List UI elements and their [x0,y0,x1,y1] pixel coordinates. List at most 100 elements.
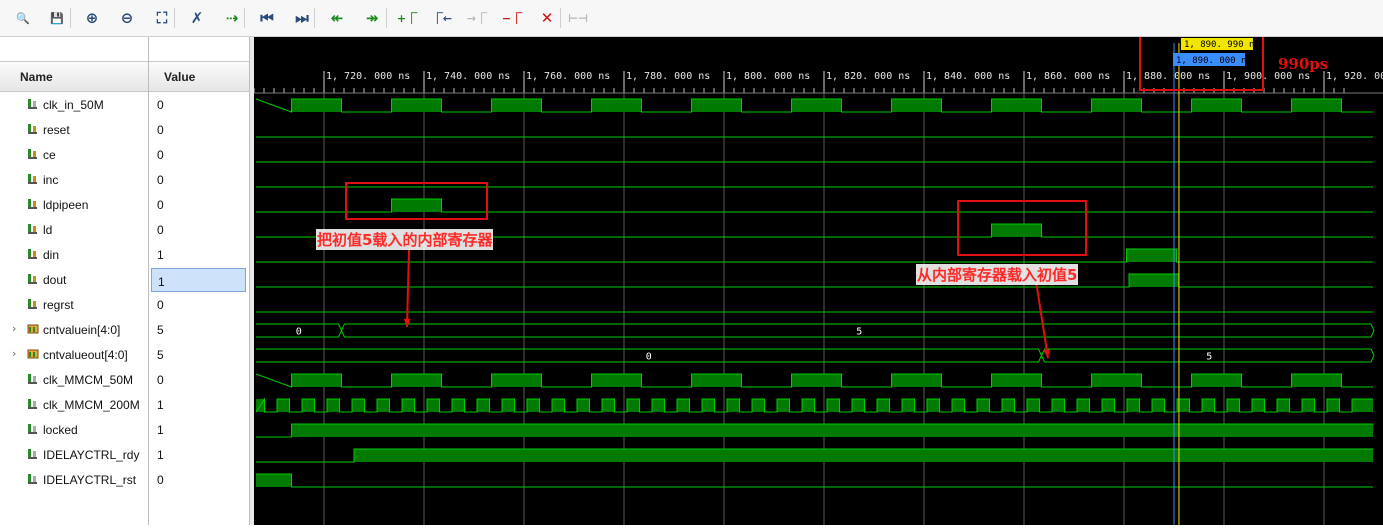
wave-high-fill [1227,399,1240,412]
annotation-load-from-register: 从内部寄存器载入初值5 [916,264,1079,285]
waveform-canvas[interactable]: 1, 720. 000 ns 1, 740. 000 ns 1, 760. 000 … [233,22,1383,525]
wave-high-fill [591,99,642,112]
wave-high-fill [627,399,640,412]
signal-value: 0 [157,148,164,162]
next-transition-button[interactable]: ↠ [361,7,383,29]
signal-row-reset[interactable]: reset [0,117,148,142]
cursor-snap-button[interactable]: ✗ [186,7,208,29]
wave-high-fill [552,399,565,412]
wave-high-fill [991,99,1042,112]
tick-label: 1, 800. 000 ns [726,71,810,82]
signal-value-cell[interactable]: 1 [151,268,246,292]
signal-row-dout[interactable]: dout [0,267,148,292]
signal-value: 0 [157,473,164,487]
signal-row-clk_in_50m[interactable]: clk_in_50M [0,92,148,117]
signal-value-cell[interactable]: 0 [149,367,249,392]
waveform-panel[interactable]: 1, 720. 000 ns 1, 740. 000 ns 1, 760. 000 … [233,22,1383,525]
wave-high-fill [1352,399,1373,412]
signal-value-cell[interactable]: 5 [149,317,249,342]
previous-transition-button[interactable]: ↞ [326,7,348,29]
tick-label: 1, 820. 000 ns [826,71,910,82]
toolbar-separator [70,8,71,28]
wave-high-fill [691,374,742,387]
signal-value: 1 [157,398,164,412]
wave-high-fill [1127,399,1140,412]
signal-row-ce[interactable]: ce [0,142,148,167]
go-to-cursor-button[interactable]: ⇢ [221,7,243,29]
search-button[interactable]: 🔍 [12,7,34,29]
zoom-fit-button[interactable]: ⛶ [151,7,173,29]
signal-name: clk_in_50M [43,98,104,112]
signal-value-cell[interactable]: 1 [149,392,249,417]
signal-row-idelayctrl_rst[interactable]: IDELAYCTRL_rst [0,467,148,492]
bit-signal-icon [27,198,39,210]
wave-high-fill [377,399,390,412]
wave-high-fill [327,399,340,412]
wave-high-fill [291,374,342,387]
bus-signal-icon [27,323,39,335]
signal-row-ld[interactable]: ld [0,217,148,242]
value-column-header[interactable]: Value [149,61,249,92]
toolbar-separator [386,8,387,28]
zoom-in-button[interactable]: ⊕ [81,7,103,29]
wave-high-fill [1002,399,1015,412]
go-to-end-button[interactable]: ⏭ [291,7,313,29]
save-button[interactable]: 💾 [46,7,68,29]
signal-row-clk_mmcm_200m[interactable]: clk_MMCM_200M [0,392,148,417]
signal-value-cell[interactable]: 5 [149,342,249,367]
wave-high-fill [977,399,990,412]
signal-value-cell[interactable]: 0 [149,192,249,217]
arrow-to-cntvalueout-head [1043,349,1051,358]
signal-value: 1 [157,448,164,462]
signal-value-cell[interactable]: 0 [149,142,249,167]
wave-high-fill [802,399,815,412]
zoom-out-button[interactable]: ⊖ [116,7,138,29]
name-header-label: Name [20,70,53,84]
wave-high-fill [291,424,1373,437]
signal-value: 0 [157,298,164,312]
signal-value-cell[interactable]: 1 [149,417,249,442]
wave-high-fill [927,399,940,412]
signal-row-idelayctrl_rdy[interactable]: IDELAYCTRL_rdy [0,442,148,467]
go-to-start-button[interactable]: ⏮ [256,7,278,29]
signal-value: 5 [157,348,164,362]
signal-value-cell[interactable]: 0 [149,217,249,242]
signal-row-locked[interactable]: locked [0,417,148,442]
tick-label: 1, 860. 000 ns [1026,71,1110,82]
signal-row-ldpipeen[interactable]: ldpipeen [0,192,148,217]
signal-value-cell[interactable]: 0 [149,467,249,492]
toolbar-separator [174,8,175,28]
signal-value-cell[interactable]: 0 [149,117,249,142]
tick-label: 1, 880. 000 ns [1126,71,1210,82]
signal-row-clk_mmcm_50m[interactable]: clk_MMCM_50M [0,367,148,392]
delete-all-markers-button[interactable]: ✕ [536,7,558,29]
expand-chevron-icon[interactable]: › [12,347,16,360]
signal-value-cell[interactable]: 0 [149,92,249,117]
signal-value-cell[interactable]: 1 [149,242,249,267]
wave-high-fill [1302,399,1315,412]
signal-value-cell[interactable]: 0 [149,167,249,192]
go-to-start-icon: ⏮ [260,9,274,27]
signal-row-cntvalueout40[interactable]: › cntvalueout[4:0] [0,342,148,367]
next-marker-button[interactable]: →⎾ [466,7,488,29]
bit-signal-icon [27,473,39,485]
wave-high-fill [1191,99,1242,112]
previous-transition-icon: ↞ [330,9,344,27]
wave-high-fill [291,99,342,112]
signal-row-din[interactable]: din [0,242,148,267]
signal-row-inc[interactable]: inc [0,167,148,192]
remove-marker-button[interactable]: −⎾ [501,7,523,29]
wave-high-fill [1152,399,1165,412]
expand-chevron-icon[interactable]: › [12,322,16,335]
signal-row-cntvaluein40[interactable]: › cntvaluein[4:0] [0,317,148,342]
previous-marker-button[interactable]: ⎾← [431,7,453,29]
swap-cursors-icon: ⊢⊣ [567,11,589,25]
wave-high-fill [277,399,290,412]
name-column-header[interactable]: Name [0,61,148,92]
signal-row-regrst[interactable]: regrst [0,292,148,317]
add-marker-button[interactable]: +⎾ [396,7,418,29]
signal-value-cell[interactable]: 1 [149,442,249,467]
signal-value-cell[interactable]: 0 [149,292,249,317]
swap-cursors-button[interactable]: ⊢⊣ [567,7,589,29]
bus-value-label: 0 [296,327,302,338]
